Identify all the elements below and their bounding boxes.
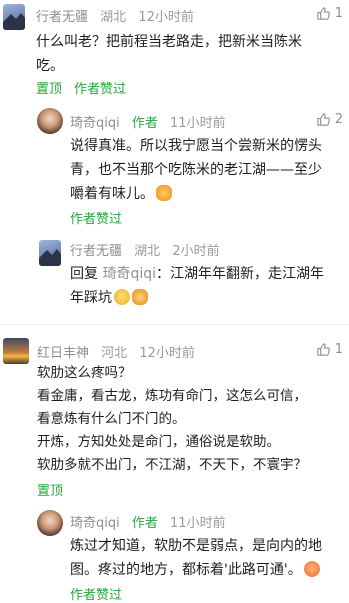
- comment-meta: 行者无疆 湖北 2小时前: [70, 240, 220, 259]
- author-liked-label: 作者赞过: [70, 588, 123, 603]
- reply-1: 琦奇qiqi 作者 11小时前 2 说得真准。所以我宁愿当个尝新米的愣头 青，也…: [0, 104, 349, 234]
- comment-actions: 置顶 作者赞过: [36, 78, 138, 97]
- pinned-label: 置顶: [37, 484, 64, 499]
- avatar[interactable]: [37, 108, 63, 134]
- like-count: 2: [334, 112, 343, 127]
- timestamp: 12小时前: [138, 10, 194, 25]
- reply-3: 琦奇qiqi 作者 11小时前 炼过才知道，软肋不是弱点，是向内的地 图。疼过的…: [0, 504, 349, 603]
- timestamp: 11小时前: [170, 116, 226, 131]
- author-badge: 作者: [131, 116, 158, 131]
- grin-emoji-icon: [114, 289, 130, 305]
- text-line: 开炼，方知处处是命门，通俗说是软助。: [37, 434, 280, 450]
- avatar[interactable]: [37, 510, 63, 536]
- username[interactable]: 琦奇qiqi: [70, 116, 120, 131]
- avatar[interactable]: [39, 240, 61, 266]
- thumbs-up-icon: [317, 113, 330, 126]
- comment-text: 说得真准。所以我宁愿当个尝新米的愣头 青，也不当那个吃陈米的老江湖——至少 嚼着…: [70, 134, 346, 206]
- text-line: 图。疼过的地方，都标着'此路可通'。: [70, 558, 346, 582]
- reply-mention[interactable]: 琦奇qiqi: [102, 266, 156, 282]
- avatar[interactable]: [3, 338, 29, 364]
- like-button[interactable]: 1: [316, 6, 343, 21]
- author-liked-label: 作者赞过: [70, 212, 123, 227]
- text-line: 嚼着有味儿。: [70, 182, 346, 206]
- text-line-content: 图。疼过的地方，都标着'此路可通'。: [70, 562, 302, 578]
- author-badge: 作者: [131, 516, 158, 531]
- timestamp: 11小时前: [170, 516, 226, 531]
- text-line: 软肋这么疼吗？: [37, 365, 132, 381]
- comment-actions: 作者赞过: [70, 208, 134, 227]
- thumbs-up-icon: [317, 7, 330, 20]
- divider: [0, 324, 349, 325]
- reply-prefix: 回复: [70, 266, 98, 282]
- like-button[interactable]: 1: [316, 342, 343, 357]
- text-line: 说得真准。所以我宁愿当个尝新米的愣头: [70, 138, 322, 154]
- comment-text: 软肋这么疼吗？ 看金庸，看古龙，炼功有命门，这怎么可信， 看意炼有什么门不门的。…: [37, 362, 347, 477]
- text-line: 软肋多就不出门，不江湖，不天下，不寰宇？: [37, 457, 307, 473]
- text-line: 年踩坑: [70, 286, 346, 310]
- username[interactable]: 行者无疆: [70, 244, 122, 259]
- username[interactable]: 琦奇qiqi: [70, 516, 120, 531]
- username[interactable]: 行者无疆: [36, 10, 88, 25]
- like-count: 1: [334, 6, 343, 21]
- comment-actions: 作者赞过: [70, 584, 134, 603]
- like-count: 1: [334, 342, 343, 357]
- text-line-content: ：江湖年年翻新，走江湖年: [156, 266, 325, 282]
- username[interactable]: 红日丰神: [37, 346, 89, 361]
- comment-meta: 琦奇qiqi 作者 11小时前: [70, 512, 226, 531]
- like-button[interactable]: 2: [316, 112, 343, 127]
- text-line: 吃。: [36, 58, 64, 74]
- comment-1: 行者无疆 湖北 12小时前 1 什么叫老？把前程当老路走，把新米当陈米 吃。 置…: [0, 0, 349, 100]
- handshake-emoji-icon: [156, 185, 172, 201]
- location: 河北: [101, 346, 128, 361]
- comment-meta: 行者无疆 湖北 12小时前: [36, 6, 194, 25]
- text-line: 炼过才知道，软肋不是弱点，是向内的地: [70, 538, 322, 554]
- text-line: 青，也不当那个吃陈米的老江湖——至少: [70, 162, 322, 178]
- text-line: 看金庸，看古龙，炼功有命门，这怎么可信，: [37, 388, 307, 404]
- timestamp: 12小时前: [139, 346, 195, 361]
- text-line: 什么叫老？把前程当老路走，把新米当陈米: [36, 34, 302, 50]
- location: 湖北: [100, 10, 127, 25]
- location: 湖北: [134, 244, 161, 259]
- comment-text: 回复 琦奇qiqi：江湖年年翻新，走江湖年 年踩坑: [70, 262, 346, 310]
- avatar[interactable]: [3, 4, 25, 30]
- thumbs-emoji-icon: [132, 289, 148, 305]
- text-line-content: 年踩坑: [70, 290, 112, 306]
- comment-text: 炼过才知道，软肋不是弱点，是向内的地 图。疼过的地方，都标着'此路可通'。: [70, 534, 346, 582]
- comment-text: 什么叫老？把前程当老路走，把新米当陈米 吃。: [36, 30, 342, 78]
- comment-actions: 置顶: [37, 480, 75, 499]
- pinned-label: 置顶: [36, 82, 63, 97]
- comment-meta: 红日丰神 河北 12小时前: [37, 342, 195, 361]
- timestamp: 2小时前: [172, 244, 220, 259]
- text-line: 看意炼有什么门不门的。: [37, 411, 186, 427]
- text-line-content: 嚼着有味儿。: [70, 186, 154, 202]
- smile-emoji-icon: [303, 561, 320, 577]
- comment-2: 红日丰神 河北 12小时前 1 软肋这么疼吗？ 看金庸，看古龙，炼功有命门，这怎…: [0, 334, 349, 504]
- thumbs-up-icon: [317, 343, 330, 356]
- reply-2: 行者无疆 湖北 2小时前 回复 琦奇qiqi：江湖年年翻新，走江湖年 年踩坑: [0, 234, 349, 324]
- text-line: 回复 琦奇qiqi：江湖年年翻新，走江湖年: [70, 262, 346, 286]
- author-liked-label: 作者赞过: [74, 82, 127, 97]
- comment-meta: 琦奇qiqi 作者 11小时前: [70, 112, 226, 131]
